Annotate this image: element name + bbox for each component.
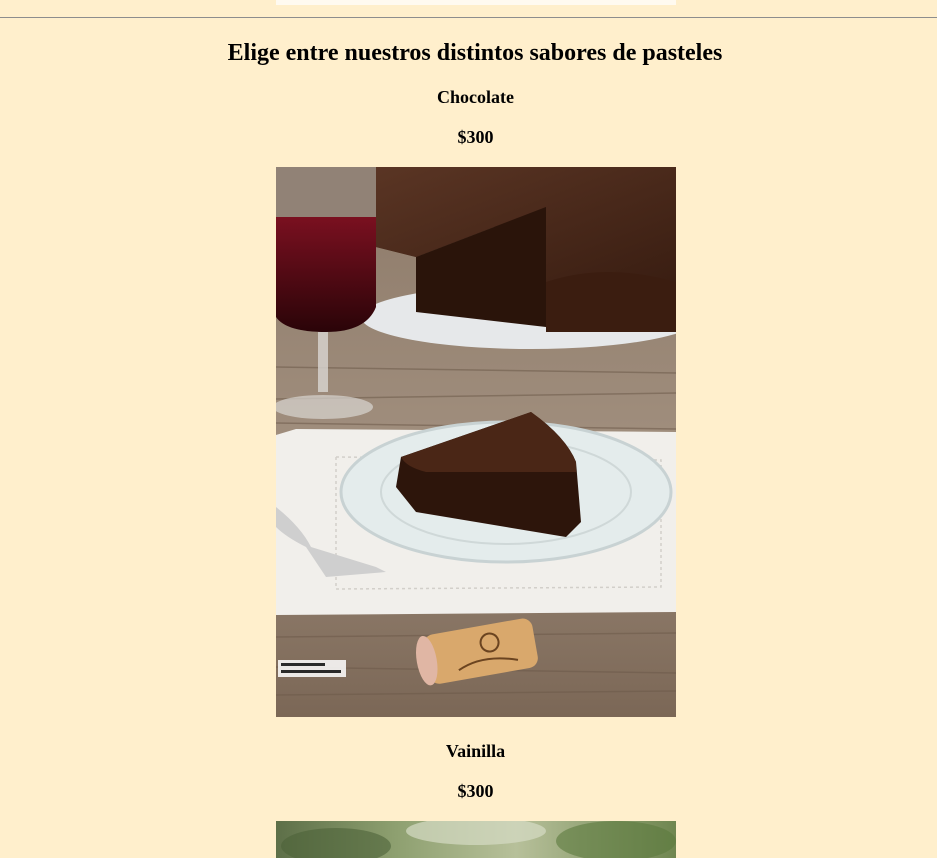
vanilla-cake-image [276,821,676,858]
flavor-name-chocolate: Chocolate [437,87,514,107]
previous-image-bottom-edge [276,0,676,5]
page-title: Elige entre nuestros distintos sabores d… [227,40,723,66]
horizontal-divider [0,17,937,18]
chocolate-cake-image [276,167,676,717]
flavor-price-chocolate: $300 [457,127,494,147]
chocolate-cake-photo [276,167,676,717]
flavor-name-vainilla: Vainilla [445,741,506,761]
flavor-price-vainilla: $300 [457,781,494,801]
vanilla-cake-photo [276,821,676,858]
